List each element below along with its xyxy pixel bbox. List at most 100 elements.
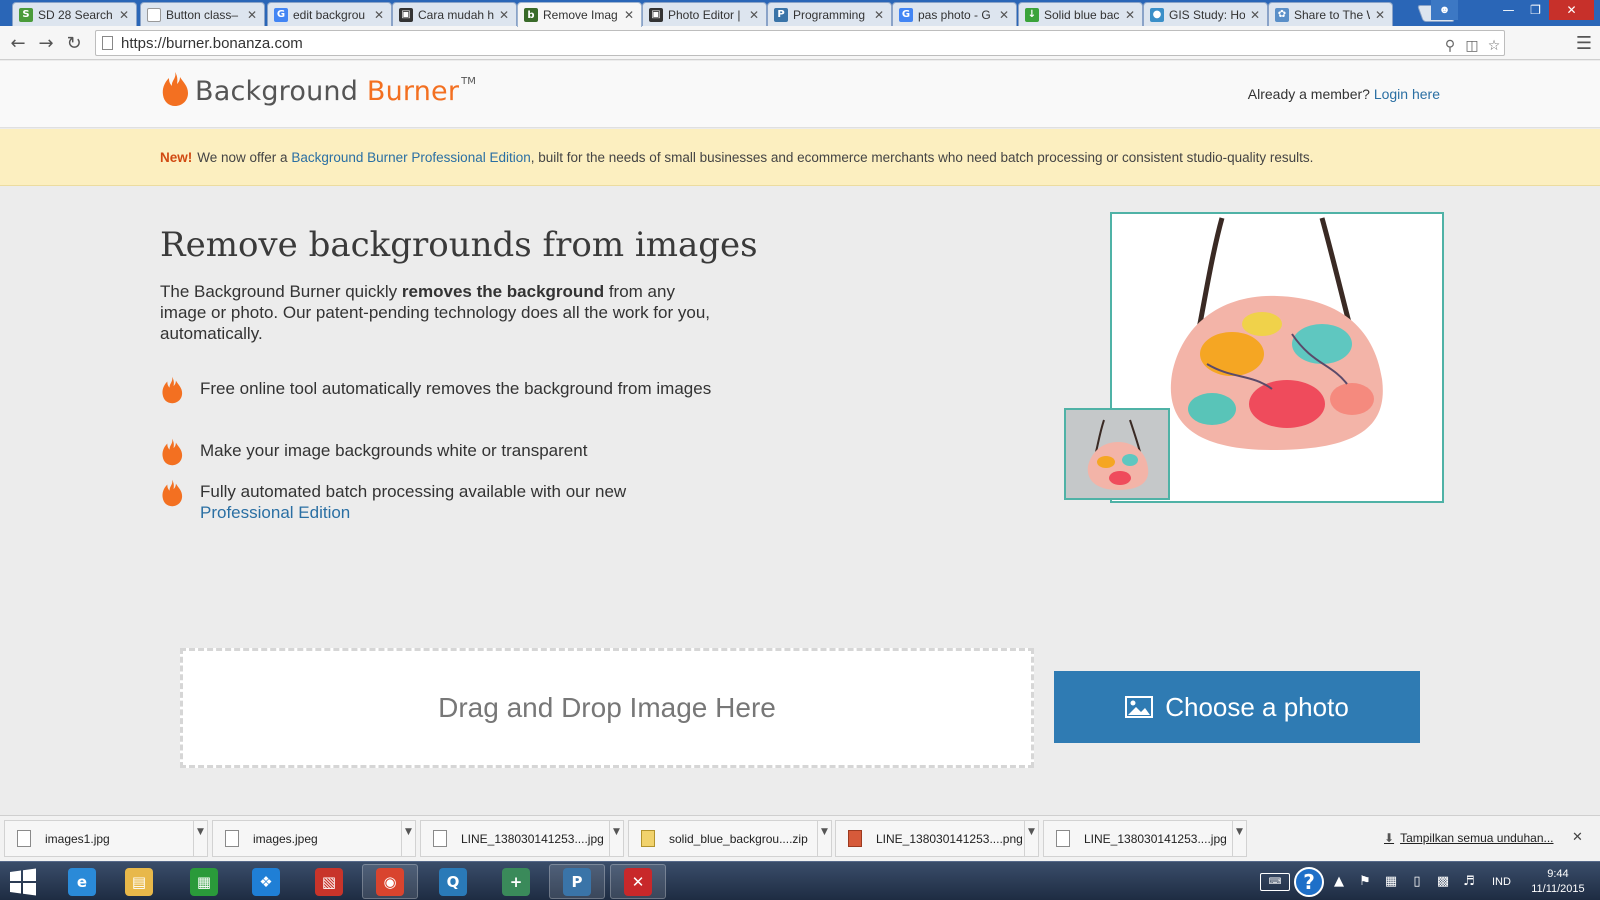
browser-tab[interactable]: ▣ Cara mudah h ✕ [392,2,517,26]
help-icon[interactable]: ? [1294,866,1324,897]
page-icon [102,36,113,50]
download-options-chevron-icon[interactable]: ▼ [193,821,207,856]
camera-icon: ▣ [399,7,413,22]
browser-tab-strip: SSD 28 Search Res✕Button class–✕Gedit ba… [0,0,1600,27]
tab-close-icon[interactable]: ✕ [748,8,760,22]
download-filename: images1.jpg [45,831,110,846]
tab-close-icon[interactable]: ✕ [498,8,510,22]
browser-tab[interactable]: ✿ Share to The W ✕ [1268,2,1393,26]
tab-close-icon[interactable]: ✕ [1124,8,1136,22]
download-filename: LINE_138030141253....jpg [1084,831,1227,846]
taskbar-app-button[interactable]: P [549,864,605,899]
download-item[interactable]: LINE_138030141253....jpg ▼ [420,820,624,857]
browser-tab[interactable]: ↓ Solid blue bac ✕ [1018,2,1143,26]
power-icon[interactable]: ▯ [1406,871,1428,893]
download-options-chevron-icon[interactable]: ▼ [1024,821,1038,856]
drag-drop-zone[interactable]: Drag and Drop Image Here [180,648,1034,768]
feature-text: Make your image backgrounds white or tra… [200,441,588,460]
windows-start-icon[interactable] [8,868,38,896]
download-options-chevron-icon[interactable]: ▼ [609,821,623,856]
window-controls: — ❐ ✕ [1495,0,1594,20]
taskbar-app-button[interactable]: ❖ [238,864,294,899]
minimize-icon[interactable]: — [1495,0,1522,20]
forward-icon[interactable]: → [34,31,58,55]
taskbar-app-button[interactable]: Q [425,864,481,899]
taskbar-app-button[interactable]: + [488,864,544,899]
tray-expand-icon[interactable]: ▲ [1328,871,1350,893]
python-icon: P [563,867,591,896]
logo-text: Background Burner [195,76,459,107]
browser-tab[interactable]: Button class– ✕ [140,2,265,26]
taskbar-app-button[interactable]: ◉ [362,864,418,899]
chrome-menu-icon[interactable]: ☰ [1572,31,1596,55]
browser-tab[interactable]: b Remove Imag ✕ [517,2,642,27]
maximize-icon[interactable]: ❐ [1522,0,1549,20]
clock[interactable]: 9:44 11/11/2015 [1523,867,1593,897]
windows-update-icon[interactable]: ▦ [1380,871,1402,893]
profile-icon[interactable]: ☻ [1431,0,1458,20]
download-item[interactable]: LINE_138030141253....jpg ▼ [1043,820,1247,857]
site-logo[interactable]: Background Burner TM [160,71,476,107]
page-title: Remove backgrounds from images [160,225,758,265]
tab-close-icon[interactable]: ✕ [1249,8,1261,22]
download-options-chevron-icon[interactable]: ▼ [817,821,831,856]
reload-icon[interactable]: ↻ [62,31,86,55]
volume-icon[interactable]: ♬ [1458,871,1480,893]
professional-edition-link[interactable]: Professional Edition [200,503,350,522]
download-item[interactable]: images.jpeg ▼ [212,820,416,857]
download-item[interactable]: images1.jpg ▼ [4,820,208,857]
download-options-chevron-icon[interactable]: ▼ [401,821,415,856]
download-options-chevron-icon[interactable]: ▼ [1232,821,1246,856]
flame-logo-icon [162,72,188,106]
browser-tab[interactable]: S SD 28 Search Res ✕ [12,2,137,26]
search-tool-icon: Q [439,867,467,896]
pro-edition-link[interactable]: Background Burner Professional Edition [291,150,530,165]
keyboard-icon[interactable]: ⌨ [1260,872,1290,891]
browser-tab[interactable]: Gpas photo - G ✕ [892,2,1017,26]
taskbar-app-button[interactable]: e [54,864,110,899]
hero-description: The Background Burner quickly removes th… [160,281,720,344]
browser-tab[interactable]: Gedit backgrou ✕ [267,2,392,26]
key-icon[interactable]: ⚲ [1440,36,1460,56]
close-window-icon[interactable]: ✕ [1549,0,1594,20]
browser-tab[interactable]: ● GIS Study: Ho ✕ [1143,2,1268,26]
flame-bullet-icon [162,438,183,466]
tab-close-icon[interactable]: ✕ [998,8,1010,22]
taskbar-app-button[interactable]: ▦ [176,864,232,899]
hero-desc-part1: The Background Burner quickly [160,282,398,301]
network-icon[interactable]: ▩ [1432,871,1454,893]
feature-item: Free online tool automatically removes t… [160,376,720,404]
bookmark-star-icon[interactable]: ☆ [1484,36,1504,56]
windows-taskbar: e ▤ ▦ ❖ ▧ ◉ Q + P ✕ ⌨ ? ▲ ⚑ ▦ ▯ ▩ ♬ IND 9:44 11/1… [0,861,1600,900]
tab-close-icon[interactable]: ✕ [373,8,385,22]
choose-photo-label: Choose a photo [1165,691,1349,722]
choose-photo-button[interactable]: Choose a photo [1054,671,1420,743]
translate-icon[interactable]: ◫ [1462,36,1482,56]
close-shelf-icon[interactable]: ✕ [1572,830,1583,845]
address-bar[interactable]: https://burner.bonanza.com ⚲ ◫ ☆ [95,30,1505,56]
login-link[interactable]: Login here [1374,86,1440,102]
show-all-downloads-link[interactable]: ⬇ Tampilkan semua unduhan... [1384,831,1554,845]
language-indicator[interactable]: IND [1492,876,1511,888]
taskbar-app-button[interactable]: ✕ [610,864,666,899]
trademark-mark: TM [461,76,476,87]
download-item[interactable]: LINE_138030141253....png ▼ [835,820,1039,857]
tab-close-icon[interactable]: ✕ [623,8,635,22]
flag-icon[interactable]: ⚑ [1354,871,1376,893]
taskbar-app-button[interactable]: ▧ [301,864,357,899]
google-icon: G [274,7,288,22]
clock-time: 9:44 [1547,867,1569,880]
back-icon[interactable]: ← [6,31,30,55]
banner-text-after: , built for the needs of small businesse… [530,149,1314,165]
tab-close-icon[interactable]: ✕ [118,8,130,22]
browser-tab[interactable]: ▣ Photo Editor | ✕ [642,2,767,26]
taskbar-app-button[interactable]: ▤ [111,864,167,899]
tab-close-icon[interactable]: ✕ [246,8,258,22]
download-item[interactable]: solid_blue_backgrou....zip ▼ [628,820,832,857]
preview-image-before [1064,408,1170,500]
tab-close-icon[interactable]: ✕ [1374,8,1386,22]
clock-date: 11/11/2015 [1531,882,1585,895]
document-icon [147,7,161,22]
browser-tab[interactable]: P Programming ✕ [767,2,892,26]
tab-close-icon[interactable]: ✕ [873,8,885,22]
